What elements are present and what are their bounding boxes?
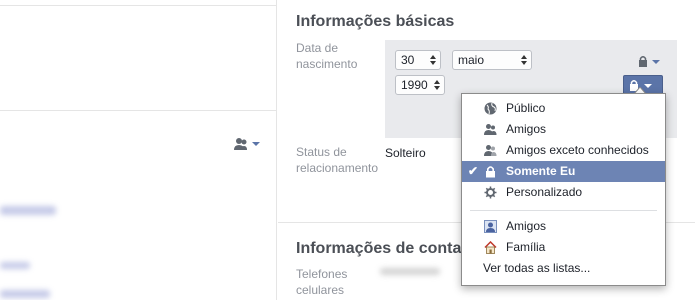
- year-value: 1990: [401, 78, 428, 92]
- menu-item-label: Amigos exceto conhecidos: [506, 143, 649, 157]
- contact-info-title: Informações de conta: [296, 240, 462, 257]
- gear-icon: [484, 186, 497, 199]
- relationship-label: Status de relacionamento: [296, 145, 379, 175]
- month-value: maio: [458, 53, 485, 67]
- blurred-phone: [380, 268, 440, 275]
- menu-item-label: Amigos: [506, 219, 547, 233]
- lock-audience-icon[interactable]: [638, 55, 662, 69]
- blurred-text: [0, 290, 50, 298]
- stepper-arrows-icon: [430, 55, 436, 65]
- friends-except-icon: [484, 145, 497, 156]
- lock-icon: [486, 166, 495, 178]
- menu-item-public[interactable]: Público: [462, 98, 665, 119]
- menu-separator: [470, 210, 657, 211]
- menu-item-custom[interactable]: Personalizado: [462, 182, 665, 203]
- house-icon: [484, 241, 497, 254]
- phones-label: Telefones celulares: [296, 267, 348, 297]
- birth-date-label: Data de nascimento: [296, 41, 358, 71]
- menu-item-label: Personalizado: [506, 185, 583, 199]
- menu-item-list-friends[interactable]: Amigos: [462, 216, 665, 237]
- day-value: 30: [401, 53, 415, 67]
- check-icon: ✔: [468, 164, 479, 178]
- menu-item-friends[interactable]: Amigos: [462, 119, 665, 140]
- friends-audience-icon[interactable]: [234, 137, 262, 151]
- friends-list-icon: [484, 220, 497, 233]
- basic-info-title: Informações básicas: [296, 13, 455, 30]
- menu-item-list-family[interactable]: Família: [462, 237, 665, 258]
- audience-menu: Público Amigos Amigos exceto conhecidos …: [461, 93, 666, 286]
- menu-item-see-all-lists[interactable]: Ver todas as listas...: [462, 258, 665, 279]
- day-select[interactable]: 30: [395, 50, 441, 70]
- stepper-arrows-icon: [434, 80, 440, 90]
- menu-item-friends-except[interactable]: Amigos exceto conhecidos: [462, 140, 665, 161]
- friends-icon: [484, 124, 497, 135]
- blurred-text: [0, 262, 30, 269]
- blurred-text: [0, 206, 56, 215]
- menu-item-only-me[interactable]: ✔ Somente Eu: [462, 161, 665, 182]
- relationship-value: Solteiro: [385, 146, 426, 160]
- year-select[interactable]: 1990: [395, 75, 445, 95]
- month-select[interactable]: maio: [452, 50, 532, 70]
- menu-item-label: Amigos: [506, 122, 547, 136]
- menu-item-label: Ver todas as listas...: [483, 261, 591, 275]
- divider: [0, 110, 277, 111]
- stepper-arrows-icon: [521, 55, 527, 65]
- left-column: [0, 0, 277, 300]
- menu-item-label: Somente Eu: [506, 164, 576, 178]
- divider: [0, 5, 277, 6]
- menu-item-label: Público: [506, 101, 546, 115]
- globe-icon: [484, 102, 497, 115]
- menu-item-label: Família: [506, 240, 546, 254]
